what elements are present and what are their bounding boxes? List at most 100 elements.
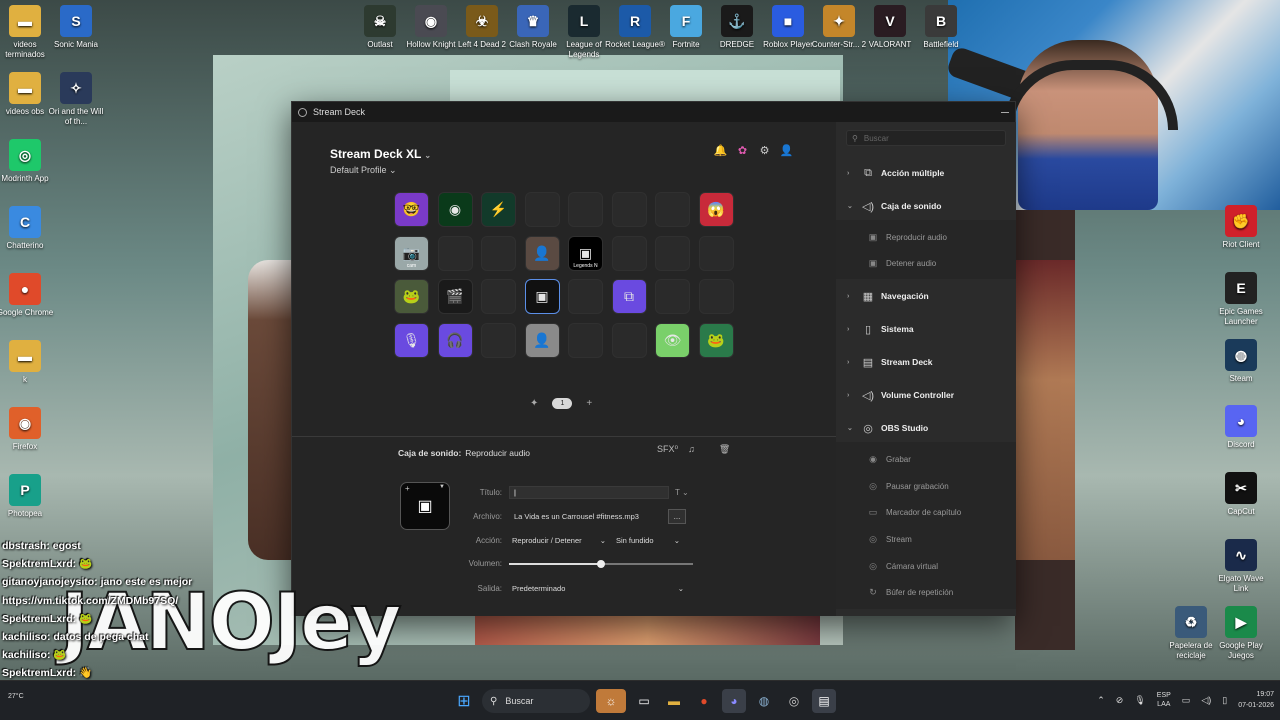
desktop-icon-sonic-mania[interactable]: S Sonic Mania xyxy=(46,5,106,50)
desktop-icon-chatterino[interactable]: C Chatterino xyxy=(0,206,55,251)
text-format-icon[interactable]: T ⌄ xyxy=(675,488,689,497)
desktop-icon-google-play-juegos[interactable]: ▶ Google Play Juegos xyxy=(1211,606,1271,661)
deck-key-6[interactable] xyxy=(611,192,647,227)
marketplace-icon[interactable]: ✿ xyxy=(736,144,749,157)
desktop-icon-ori-and-the-will-of-th[interactable]: ✧ Ori and the Will of th... xyxy=(46,72,106,127)
deck-key-10[interactable] xyxy=(437,235,473,271)
action-grabar[interactable]: ◉ Grabar xyxy=(836,448,1016,470)
deck-key-32[interactable]: 🐸 xyxy=(698,322,734,358)
action-b-fer-de-repetici-n[interactable]: ↻ Búfer de repetición xyxy=(836,582,1016,604)
deck-key-21[interactable] xyxy=(568,279,603,314)
action-reproducir-audio[interactable]: ▣ Reproducir audio xyxy=(836,226,1016,248)
desktop-icon-battlefield[interactable]: B Battlefield xyxy=(911,5,971,50)
deck-key-11[interactable] xyxy=(481,235,516,271)
deck-key-3[interactable]: ⚡ xyxy=(481,192,516,227)
action-stream[interactable]: ◎ Stream xyxy=(836,529,1016,551)
minimize-icon[interactable] xyxy=(1001,111,1009,113)
deck-key-18[interactable]: 🎬 xyxy=(437,279,473,314)
discord-icon[interactable]: ◕ xyxy=(722,689,746,713)
deck-key-14[interactable] xyxy=(611,235,647,271)
language-indicator[interactable]: ESP LAA xyxy=(1157,691,1171,709)
stream-deck-taskbar-icon[interactable]: ▤ xyxy=(812,689,836,713)
taskbar-search[interactable]: ⚲ Buscar xyxy=(482,689,590,713)
clock[interactable]: 19:07 07-01-2026 xyxy=(1238,689,1274,711)
bell-icon[interactable]: 🔔 xyxy=(714,144,728,157)
file-explorer-icon[interactable]: ▬ xyxy=(662,689,686,713)
desktop-icon-k[interactable]: ▬ k xyxy=(0,340,55,385)
deck-key-24[interactable] xyxy=(698,279,734,314)
deck-key-25[interactable]: 🎙 xyxy=(394,322,429,358)
deck-key-28[interactable]: 👤 xyxy=(524,322,560,358)
obs-icon[interactable]: ◎ xyxy=(782,689,806,713)
file-input[interactable]: La Vida es un Carrousel #fitness.mp3 xyxy=(509,510,662,523)
chrome-icon[interactable]: ● xyxy=(692,689,716,713)
gear-icon[interactable]: ⚙ xyxy=(758,144,771,157)
task-view-icon[interactable]: ▭ xyxy=(632,689,656,713)
profile-selector[interactable]: Default Profile ⌄ xyxy=(330,165,397,176)
action-c-mara-virtual[interactable]: ◎ Cámara virtual xyxy=(836,555,1016,577)
action-detener-audio[interactable]: ▣ Detener audio xyxy=(836,253,1016,275)
deck-key-20[interactable]: ▣ xyxy=(524,279,560,314)
deck-key-15[interactable] xyxy=(655,235,690,271)
category-sistema[interactable]: › ▯ Sistema xyxy=(836,316,1016,342)
desktop-icon-elgato-wave-link[interactable]: ∿ Elgato Wave Link xyxy=(1211,539,1271,594)
chevron-up-icon[interactable]: ⌃ xyxy=(1097,695,1105,706)
deck-key-23[interactable] xyxy=(655,279,690,314)
deck-key-27[interactable] xyxy=(481,322,516,358)
category-acci-n-m-ltiple[interactable]: › ⧉ Acción múltiple xyxy=(836,160,1016,186)
fade-select[interactable]: Sin fundido ⌄ xyxy=(613,534,683,547)
category-stream-deck[interactable]: › ▤ Stream Deck xyxy=(836,349,1016,375)
deck-key-16[interactable] xyxy=(698,235,734,271)
output-select[interactable]: Predeterminado ⌄ xyxy=(509,582,687,595)
deck-key-17[interactable]: 🐸 xyxy=(394,279,429,314)
display-icon[interactable]: ▭ xyxy=(1182,695,1191,706)
deck-key-5[interactable] xyxy=(568,192,603,227)
deck-key-31[interactable]: 👁 xyxy=(655,322,690,358)
sfx-button[interactable]: SFX⁰ xyxy=(657,444,678,455)
deck-key-1[interactable]: 🤓 xyxy=(394,192,429,227)
deck-key-2[interactable]: ◉ xyxy=(437,192,473,227)
key-preview[interactable]: + ▼ ▣ xyxy=(400,482,450,530)
desktop-icon-modrinth-app[interactable]: ◎ Modrinth App xyxy=(0,139,55,184)
add-page-icon[interactable]: + xyxy=(586,398,592,409)
deck-key-19[interactable] xyxy=(481,279,516,314)
search-input[interactable]: ⚲ Buscar xyxy=(846,130,1006,146)
category-navegaci-n[interactable]: › ▦ Navegación xyxy=(836,283,1016,309)
account-icon[interactable]: 👤 xyxy=(780,144,794,157)
network-off-icon[interactable]: ⊘ xyxy=(1116,695,1124,706)
deck-key-13[interactable]: ▣ Legends N xyxy=(568,235,603,271)
battery-icon[interactable]: ▯ xyxy=(1222,695,1227,706)
trash-icon[interactable]: 🗑 xyxy=(719,444,730,455)
desktop-icon-steam[interactable]: ◍ Steam xyxy=(1211,339,1271,384)
weather-widget[interactable]: 27°C xyxy=(8,693,24,701)
deck-key-22[interactable]: ⧉ xyxy=(611,279,647,314)
deck-key-30[interactable] xyxy=(611,322,647,358)
widget-icon[interactable]: ☼ xyxy=(596,689,626,713)
deck-key-12[interactable]: 👤 xyxy=(524,235,560,271)
action-select[interactable]: Reproducir / Detener ⌄ xyxy=(509,534,609,547)
deck-key-7[interactable] xyxy=(655,192,690,227)
volume-slider[interactable] xyxy=(509,559,693,568)
deck-key-29[interactable] xyxy=(568,322,603,358)
desktop-icon-riot-client[interactable]: ✊ Riot Client xyxy=(1211,205,1271,250)
deck-key-26[interactable]: 🎧 xyxy=(437,322,473,358)
steam-icon[interactable]: ◍ xyxy=(752,689,776,713)
deck-key-4[interactable] xyxy=(524,192,560,227)
desktop-icon-discord[interactable]: ◕ Discord xyxy=(1211,405,1271,450)
category-volume-controller[interactable]: › ◁) Volume Controller xyxy=(836,382,1016,408)
action-marcador-de-cap-tulo[interactable]: ▭ Marcador de capítulo xyxy=(836,502,1016,524)
start-windows-icon[interactable]: ⊞ xyxy=(452,689,476,713)
browse-button[interactable]: ... xyxy=(668,509,686,524)
desktop-icon-firefox[interactable]: ◉ Firefox xyxy=(0,407,55,452)
category-caja-de-sonido[interactable]: ⌄ ◁) Caja de sonido xyxy=(836,193,1016,219)
deck-key-8[interactable]: 😱 xyxy=(698,192,734,227)
desktop-icon-photopea[interactable]: P Photopea xyxy=(0,474,55,519)
desktop-icon-google-chrome[interactable]: ● Google Chrome xyxy=(0,273,55,318)
deck-key-9[interactable]: 📷 cam xyxy=(394,235,429,271)
volume-icon[interactable]: ◁) xyxy=(1201,695,1211,706)
desktop-icon-capcut[interactable]: ✂ CapCut xyxy=(1211,472,1271,517)
desktop-icon-epic-games-launcher[interactable]: E Epic Games Launcher xyxy=(1211,272,1271,327)
category-obs-studio[interactable]: ⌄ ◎ OBS Studio xyxy=(836,415,1016,442)
mic-icon[interactable]: 🎙 xyxy=(1134,695,1145,706)
title-input[interactable]: | xyxy=(509,486,669,499)
